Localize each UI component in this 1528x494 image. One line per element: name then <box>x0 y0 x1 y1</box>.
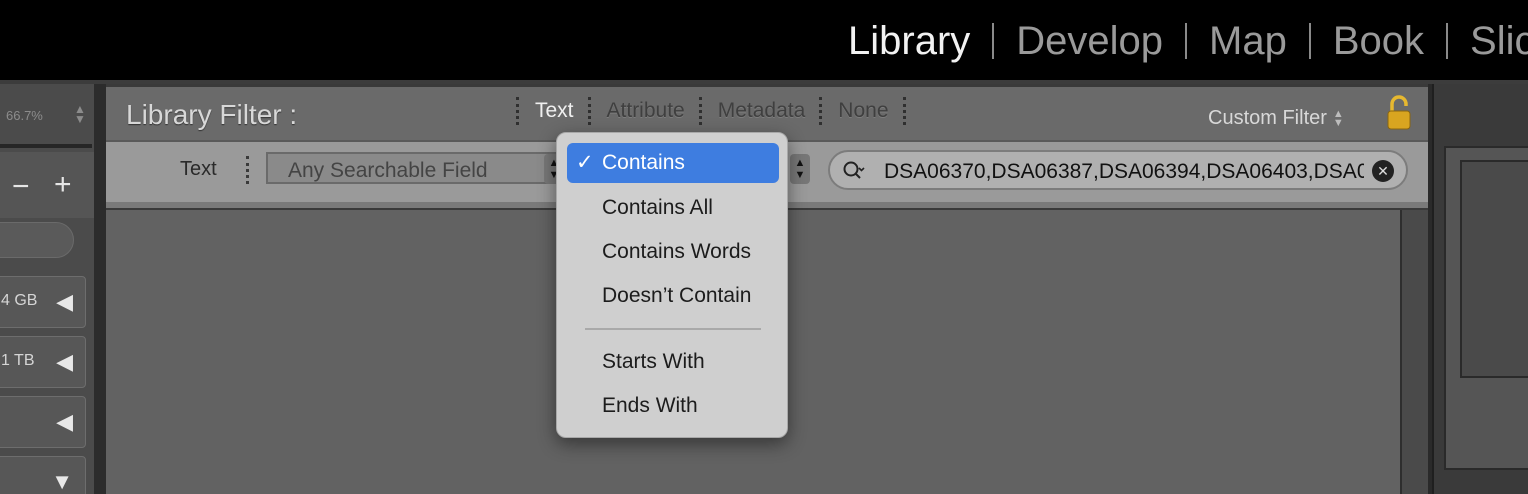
tab-separator <box>902 97 908 125</box>
histogram <box>1460 160 1528 378</box>
option-contains-words[interactable]: Contains Words <box>557 232 789 272</box>
clear-search-icon[interactable]: ✕ <box>1372 160 1394 182</box>
navigator-divider <box>0 144 92 148</box>
tab-attribute[interactable]: Attribute <box>607 99 685 123</box>
left-panel-edge[interactable] <box>94 84 106 494</box>
searchable-field-value: Any Searchable Field <box>288 159 488 182</box>
menu-separator <box>585 328 761 330</box>
module-slideshow[interactable]: Slic <box>1470 19 1528 64</box>
tab-separator <box>819 97 824 125</box>
tab-separator <box>698 97 704 125</box>
library-filter-title: Library Filter : <box>126 99 298 130</box>
collapse-triangle-icon[interactable]: ▼ <box>51 469 73 494</box>
right-panel <box>1432 84 1528 494</box>
volume-row[interactable]: ▼ <box>0 456 86 494</box>
module-map[interactable]: Map <box>1209 19 1287 64</box>
option-label: Contains All <box>602 196 713 219</box>
search-icon[interactable] <box>842 159 866 183</box>
module-library[interactable]: Library <box>848 19 970 64</box>
module-separator <box>1446 23 1449 59</box>
expand-triangle-icon[interactable]: ◀ <box>56 349 73 375</box>
module-separator <box>1308 23 1311 59</box>
remove-folder-button[interactable]: − <box>12 170 30 204</box>
volume-size: 4 GB <box>1 292 38 309</box>
tab-separator <box>516 97 521 125</box>
module-picker-bar: Library Develop Map Book Slic <box>0 0 1528 80</box>
search-input[interactable]: DSA06370,DSA06387,DSA06394,DSA06403,DSA0… <box>828 150 1408 190</box>
option-contains[interactable]: ✓ Contains <box>567 143 779 183</box>
module-develop[interactable]: Develop <box>1016 19 1163 64</box>
module-book[interactable]: Book <box>1333 19 1424 64</box>
tab-metadata[interactable]: Metadata <box>718 99 806 123</box>
option-label: Contains Words <box>602 240 752 263</box>
option-starts-with[interactable]: Starts With <box>557 342 789 382</box>
expand-triangle-icon[interactable]: ◀ <box>56 289 73 315</box>
option-label: Doesn’t Contain <box>602 284 752 307</box>
option-label: Starts With <box>602 350 705 373</box>
match-rule-dropdown: ✓ Contains Contains All Contains Words D… <box>556 132 788 438</box>
volume-size: 1 TB <box>1 352 35 369</box>
add-folder-button[interactable]: + <box>54 168 72 202</box>
tab-separator <box>587 97 593 125</box>
module-separator <box>1185 23 1188 59</box>
search-value: DSA06370,DSA06387,DSA06394,DSA06403,DSA0… <box>884 160 1364 183</box>
volume-row[interactable]: 4 GB ◀ <box>0 276 86 328</box>
expand-triangle-icon[interactable]: ◀ <box>56 409 73 435</box>
histogram-panel <box>1444 146 1528 470</box>
module-separator <box>992 23 995 59</box>
tab-none[interactable]: None <box>838 99 888 123</box>
unlocked-lock-icon[interactable] <box>1384 95 1414 131</box>
rule-select-arrows-icon[interactable]: ▲ ▼ <box>790 154 810 184</box>
volume-row[interactable]: 1 TB ◀ <box>0 336 86 388</box>
filter-tabs: Text Attribute Metadata None <box>516 97 908 125</box>
row-separator <box>246 156 249 184</box>
navigator-zoom-level[interactable]: 66.7% <box>6 108 43 123</box>
module-list: Library Develop Map Book Slic <box>848 12 1528 70</box>
folder-filter-input[interactable] <box>0 222 74 258</box>
left-panel: 66.7% ▲ ▼ − + 4 GB ◀ 1 TB ◀ ◀ ▼ <box>0 84 100 494</box>
tab-text[interactable]: Text <box>535 99 574 123</box>
custom-filter-select[interactable]: Custom Filter ▲ ▼ <box>1208 107 1344 130</box>
text-filter-label: Text <box>180 158 217 180</box>
volume-row[interactable]: ◀ <box>0 396 86 448</box>
grid-scrollbar[interactable] <box>1400 210 1428 494</box>
select-arrows-icon: ▲ ▼ <box>1332 107 1344 129</box>
zoom-stepper-icon[interactable]: ▲ ▼ <box>74 103 86 125</box>
option-label: Contains <box>602 151 685 174</box>
option-doesnt-contain[interactable]: Doesn’t Contain <box>557 276 789 316</box>
option-ends-with[interactable]: Ends With <box>557 386 789 426</box>
option-contains-all[interactable]: Contains All <box>557 188 789 228</box>
checkmark-icon: ✓ <box>576 151 594 174</box>
custom-filter-label: Custom Filter <box>1208 107 1327 129</box>
option-label: Ends With <box>602 394 698 417</box>
searchable-field-select[interactable]: Any Searchable Field <box>266 152 562 184</box>
